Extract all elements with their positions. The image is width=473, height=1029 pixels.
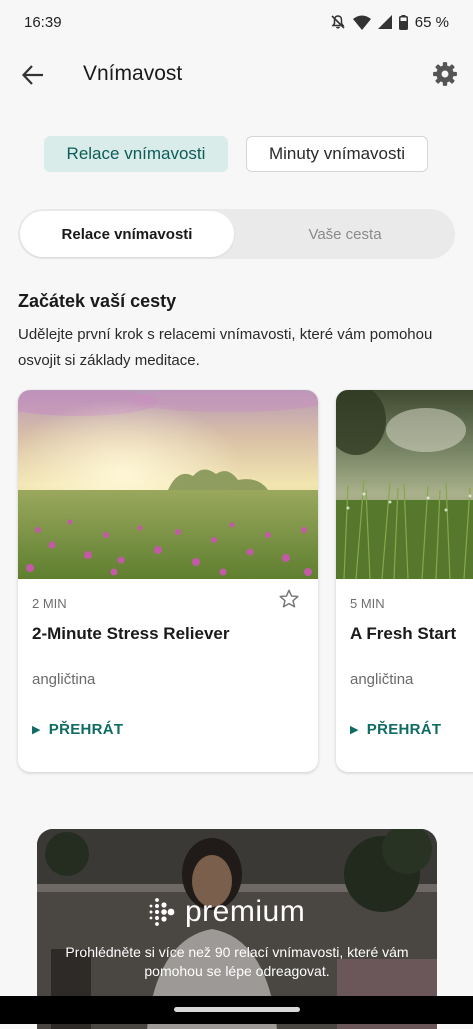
play-label: PŘEHRÁT <box>48 721 124 738</box>
page-title: Vnímavost <box>83 62 183 85</box>
premium-logo: premium <box>147 895 305 929</box>
status-time: 16:39 <box>24 13 62 31</box>
battery-percent: 65 % <box>414 13 449 31</box>
play-label: PŘEHRÁT <box>366 721 442 738</box>
play-icon: ▶ <box>32 724 41 736</box>
card-language: angličtina <box>350 671 414 688</box>
fitbit-logo-icon <box>149 898 175 926</box>
card-duration: 2 MIN <box>32 596 67 611</box>
gear-icon[interactable] <box>432 61 458 87</box>
card-title: 2-Minute Stress Reliever <box>32 624 230 643</box>
card-duration: 5 MIN <box>350 596 385 611</box>
filter-chip-sessions[interactable]: Relace vnímavosti <box>44 136 228 172</box>
play-button[interactable]: ▶ PŘEHRÁT <box>350 721 441 738</box>
battery-icon <box>398 14 408 30</box>
wifi-icon <box>352 15 371 30</box>
system-nav-bar <box>0 996 473 1024</box>
app-bar: Vnímavost <box>0 48 473 104</box>
tab-your-journey[interactable]: Vaše cesta <box>238 211 452 257</box>
premium-description: Prohlédněte si více než 90 relací vnímav… <box>65 944 409 979</box>
premium-wordmark: premium <box>185 895 306 928</box>
star-icon[interactable] <box>278 588 300 610</box>
signal-icon <box>377 15 392 29</box>
dewy-grass-image <box>336 390 473 579</box>
back-arrow-icon[interactable] <box>20 62 46 88</box>
play-icon: ▶ <box>350 724 359 736</box>
status-icons: 65 % <box>330 14 449 31</box>
status-bar: 16:39 65 % <box>0 0 473 44</box>
section-title: Začátek vaší cesty <box>18 291 177 311</box>
card-title: A Fresh Start <box>350 624 457 643</box>
home-gesture-handle[interactable] <box>174 1007 300 1012</box>
session-card[interactable]: 2 MIN 2-Minute Stress Reliever angličtin… <box>18 390 318 772</box>
session-card[interactable]: 5 MIN A Fresh Start angličtina ▶ PŘEHRÁT <box>336 390 473 772</box>
meadow-sunrise-image <box>18 390 318 579</box>
segmented-control: Relace vnímavosti Vaše cesta <box>18 209 455 259</box>
filter-chip-minutes[interactable]: Minuty vnímavosti <box>246 136 428 172</box>
play-button[interactable]: ▶ PŘEHRÁT <box>32 721 123 738</box>
card-language: angličtina <box>32 671 96 688</box>
section-description: Udělejte první krok s relacemi vnímavost… <box>18 326 433 369</box>
tab-sessions[interactable]: Relace vnímavosti <box>20 211 234 257</box>
mute-icon <box>331 15 345 29</box>
